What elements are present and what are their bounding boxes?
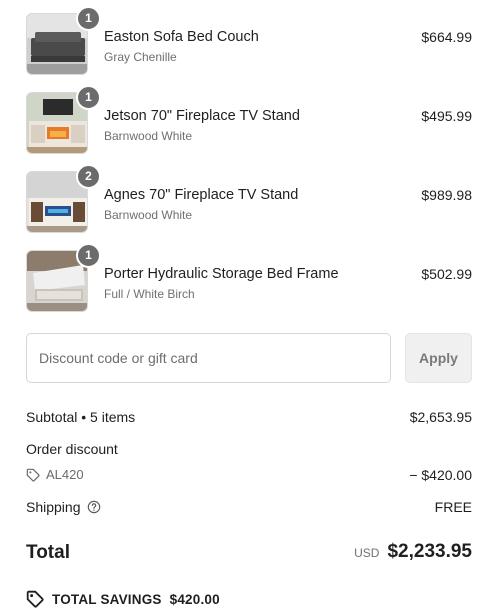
currency-code: USD: [354, 546, 380, 560]
tag-icon: [26, 468, 40, 482]
order-discount-label: Order discount: [26, 441, 118, 457]
quantity-badge: 2: [76, 164, 101, 189]
shipping-row: Shipping FREE: [26, 499, 472, 515]
quantity-badge: 1: [76, 6, 101, 31]
question-circle-icon[interactable]: [87, 500, 101, 514]
total-amount: USD $2,233.95: [354, 541, 472, 563]
discount-code-text: AL420: [46, 467, 84, 482]
discount-value: − $420.00: [409, 467, 472, 483]
total-savings: TOTAL SAVINGS $420.00: [26, 590, 220, 608]
applied-discount: AL420: [26, 467, 472, 482]
product-variant: Barnwood White: [104, 129, 193, 143]
line-item: 2 Agnes 70" Fireplace TV Stand Barnwood …: [26, 164, 472, 233]
total-label: Total: [26, 542, 70, 563]
line-item: 1 Porter Hydraulic Storage Bed Frame Ful…: [26, 243, 472, 312]
total-row: Total USD $2,233.95: [26, 541, 472, 569]
line-item: 1 Easton Sofa Bed Couch Gray Chenille $6…: [26, 6, 472, 75]
product-price: $664.99: [421, 29, 472, 45]
product-variant: Gray Chenille: [104, 50, 177, 64]
subtotal-value: $2,653.95: [409, 409, 472, 425]
total-value: $2,233.95: [387, 541, 472, 562]
product-name: Porter Hydraulic Storage Bed Frame: [104, 266, 339, 282]
discount-code-row: AL420 − $420.00: [26, 467, 472, 483]
product-price: $989.98: [421, 187, 472, 203]
line-item: 1 Jetson 70" Fireplace TV Stand Barnwood…: [26, 85, 472, 154]
product-variant: Full / White Birch: [104, 287, 195, 301]
savings-label: TOTAL SAVINGS: [52, 591, 162, 607]
subtotal-label: Subtotal • 5 items: [26, 409, 136, 425]
product-price: $495.99: [421, 108, 472, 124]
subtotal-row: Subtotal • 5 items $2,653.95: [26, 409, 472, 425]
product-variant: Barnwood White: [104, 208, 193, 222]
order-discount-row: Order discount: [26, 441, 472, 457]
apply-discount-button[interactable]: Apply: [405, 333, 472, 383]
shipping-value: FREE: [434, 499, 472, 515]
tag-icon: [26, 590, 44, 608]
product-name: Agnes 70" Fireplace TV Stand: [104, 187, 299, 203]
discount-code-input[interactable]: [26, 333, 391, 383]
discount-form: Apply: [26, 333, 472, 385]
shipping-label-group: Shipping: [26, 499, 472, 515]
savings-value: $420.00: [169, 591, 220, 607]
product-name: Jetson 70" Fireplace TV Stand: [104, 108, 300, 124]
quantity-badge: 1: [76, 243, 101, 268]
quantity-badge: 1: [76, 85, 101, 110]
product-price: $502.99: [421, 266, 472, 282]
product-name: Easton Sofa Bed Couch: [104, 29, 259, 45]
shipping-label: Shipping: [26, 499, 81, 515]
